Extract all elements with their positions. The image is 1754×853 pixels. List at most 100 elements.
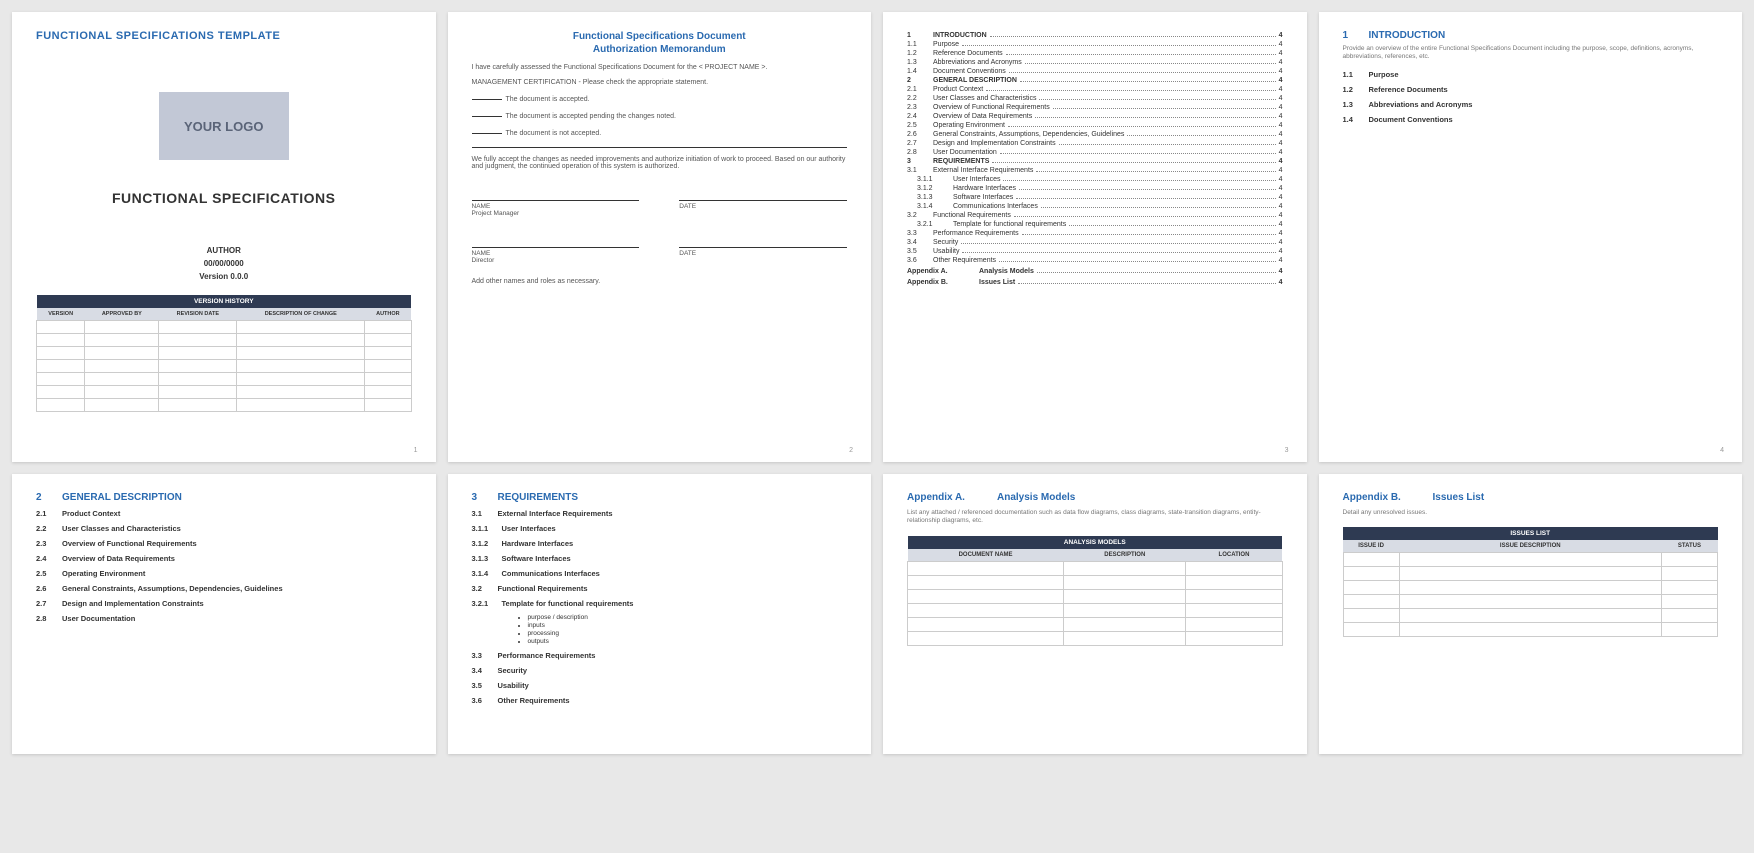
toc-row: 3.5Usability4 xyxy=(907,248,1283,255)
page-5: 2GENERAL DESCRIPTION 2.1Product Context2… xyxy=(12,474,436,754)
auth-title: Functional Specifications Document Autho… xyxy=(472,30,848,56)
section-item: 2.5Operating Environment xyxy=(36,569,412,578)
appendix-heading: Appendix A.Analysis Models xyxy=(907,492,1283,503)
toc-row: 2.3Overview of Functional Requirements4 xyxy=(907,104,1283,111)
section-item: 2.2User Classes and Characteristics xyxy=(36,524,412,533)
section-item: 3.3Performance Requirements xyxy=(472,651,848,660)
page-2: Functional Specifications Document Autho… xyxy=(448,12,872,462)
page-number: 4 xyxy=(1720,447,1724,454)
section-item: 3.1.3Software Interfaces xyxy=(472,554,848,563)
auth-title-2: Authorization Memorandum xyxy=(593,44,726,55)
section-item: 3.1.2Hardware Interfaces xyxy=(472,539,848,548)
section-items: 2.1Product Context 2.2User Classes and Ch… xyxy=(36,509,412,623)
table-header: ISSUES LIST xyxy=(1343,527,1718,540)
toc-appendix-b: Appendix B. Issues List 4 xyxy=(907,279,1283,286)
section-item: 2.8User Documentation xyxy=(36,614,412,623)
toc-row: 2.5Operating Environment4 xyxy=(907,122,1283,129)
section-item: 2.6General Constraints, Assumptions, Dep… xyxy=(36,584,412,593)
table-col: STATUS xyxy=(1661,540,1717,553)
section-item: 1.3Abbreviations and Acronyms xyxy=(1343,100,1719,109)
date-label: 00/00/0000 xyxy=(36,259,412,268)
section-desc: Provide an overview of the entire Functi… xyxy=(1343,45,1719,62)
analysis-models-table: ANALYSIS MODELS DOCUMENT NAME DESCRIPTIO… xyxy=(907,536,1283,646)
version-history-table: VERSION HISTORY VERSION APPROVED BY REVI… xyxy=(36,295,412,412)
section-item: 1.1Purpose xyxy=(1343,70,1719,79)
vh-col-row: VERSION APPROVED BY REVISION DATE DESCRI… xyxy=(37,308,412,321)
table-col: DOCUMENT NAME xyxy=(908,549,1064,562)
add-note: Add other names and roles as necessary. xyxy=(472,278,848,285)
toc-row: 3.1.4Communications Interfaces4 xyxy=(907,203,1283,210)
issues-list-table: ISSUES LIST ISSUE ID ISSUE DESCRIPTION S… xyxy=(1343,527,1719,637)
toc-row: 3.4Security4 xyxy=(907,239,1283,246)
section-heading: 1INTRODUCTION xyxy=(1343,30,1719,41)
toc-row: 3.1.2Hardware Interfaces4 xyxy=(907,185,1283,192)
page-number: 3 xyxy=(1285,447,1289,454)
signature-row-1: NAMEProject Manager DATE xyxy=(472,200,848,217)
table-col: LOCATION xyxy=(1186,549,1282,562)
section-item: 3.1.1User Interfaces xyxy=(472,524,848,533)
page-number: 2 xyxy=(849,447,853,454)
page-6: 3REQUIREMENTS 3.1External Interface Requ… xyxy=(448,474,872,754)
logo-placeholder: YOUR LOGO xyxy=(159,92,289,160)
bullet-item: processing xyxy=(528,630,848,637)
doc-title: FUNCTIONAL SPECIFICATIONS xyxy=(36,190,412,206)
section-item: 1.4Document Conventions xyxy=(1343,115,1719,124)
auth-title-1: Functional Specifications Document xyxy=(573,31,746,42)
appendix-desc: Detail any unresolved issues. xyxy=(1343,509,1719,517)
bullet-item: purpose / description xyxy=(528,614,848,621)
section-item: 3.5Usability xyxy=(472,681,848,690)
page-1: FUNCTIONAL SPECIFICATIONS TEMPLATE YOUR … xyxy=(12,12,436,462)
accept-text: We fully accept the changes as needed im… xyxy=(472,156,848,170)
page-grid: FUNCTIONAL SPECIFICATIONS TEMPLATE YOUR … xyxy=(12,12,1742,754)
option-rejected: The document is not accepted. xyxy=(472,130,848,137)
author-label: AUTHOR xyxy=(36,246,412,255)
option-accepted: The document is accepted. xyxy=(472,96,848,103)
bullet-item: inputs xyxy=(528,622,848,629)
vh-col: AUTHOR xyxy=(365,308,411,321)
vh-col: VERSION xyxy=(37,308,85,321)
toc-row: 1.1Purpose4 xyxy=(907,41,1283,48)
table-col: ISSUE ID xyxy=(1343,540,1399,553)
section-items: 1.1Purpose1.2Reference Documents1.3Abbre… xyxy=(1343,70,1719,124)
page-3-toc: 1INTRODUCTION4 1.1Purpose4 1.2Reference Do… xyxy=(883,12,1307,462)
section-item: 3.6Other Requirements xyxy=(472,696,848,705)
page-number: 1 xyxy=(414,447,418,454)
section-item: 3.2.1Template for functional requirement… xyxy=(472,599,848,608)
toc-list: 1INTRODUCTION4 1.1Purpose4 1.2Reference Do… xyxy=(907,32,1283,264)
section-items: 3.1External Interface Requirements3.1.1U… xyxy=(472,509,848,705)
section-item: 2.4Overview of Data Requirements xyxy=(36,554,412,563)
toc-row: 1.2Reference Documents4 xyxy=(907,50,1283,57)
sig-role: Director xyxy=(472,257,640,264)
toc-row: 1.3Abbreviations and Acronyms4 xyxy=(907,59,1283,66)
divider xyxy=(472,147,848,148)
section-heading: 3REQUIREMENTS xyxy=(472,492,848,503)
table-header: ANALYSIS MODELS xyxy=(908,536,1283,549)
toc-row: 1INTRODUCTION4 xyxy=(907,32,1283,39)
toc-row: 2.7Design and Implementation Constraints… xyxy=(907,140,1283,147)
section-item: 2.1Product Context xyxy=(36,509,412,518)
toc-row: 2.6General Constraints, Assumptions, Dep… xyxy=(907,131,1283,138)
bullet-item: outputs xyxy=(528,638,848,645)
section-heading: 2GENERAL DESCRIPTION xyxy=(36,492,412,503)
toc-row: 2.4Overview of Data Requirements4 xyxy=(907,113,1283,120)
toc-appendix-a: Appendix A. Analysis Models 4 xyxy=(907,268,1283,275)
table-col: DESCRIPTION xyxy=(1064,549,1186,562)
bullet-list: purpose / descriptioninputsprocessingout… xyxy=(528,614,848,645)
toc-row: 2.8User Documentation4 xyxy=(907,149,1283,156)
sig-name: NAME xyxy=(472,250,640,257)
version-label: Version 0.0.0 xyxy=(36,272,412,281)
toc-row: 2.1Product Context4 xyxy=(907,86,1283,93)
vh-col: APPROVED BY xyxy=(85,308,159,321)
section-item: 3.2Functional Requirements xyxy=(472,584,848,593)
cert-line: MANAGEMENT CERTIFICATION - Please check … xyxy=(472,79,848,86)
sig-role: Project Manager xyxy=(472,210,640,217)
toc-row: 3.2.1Template for functional requirement… xyxy=(907,221,1283,228)
appendix-desc: List any attached / referenced documenta… xyxy=(907,509,1283,526)
section-item: 2.7Design and Implementation Constraints xyxy=(36,599,412,608)
toc-row: 3.3Performance Requirements4 xyxy=(907,230,1283,237)
toc-row: 3.2Functional Requirements4 xyxy=(907,212,1283,219)
sig-name: NAME xyxy=(472,203,640,210)
table-col: ISSUE DESCRIPTION xyxy=(1399,540,1661,553)
toc-row: 3.1.1User Interfaces4 xyxy=(907,176,1283,183)
sig-date: DATE xyxy=(679,203,847,210)
